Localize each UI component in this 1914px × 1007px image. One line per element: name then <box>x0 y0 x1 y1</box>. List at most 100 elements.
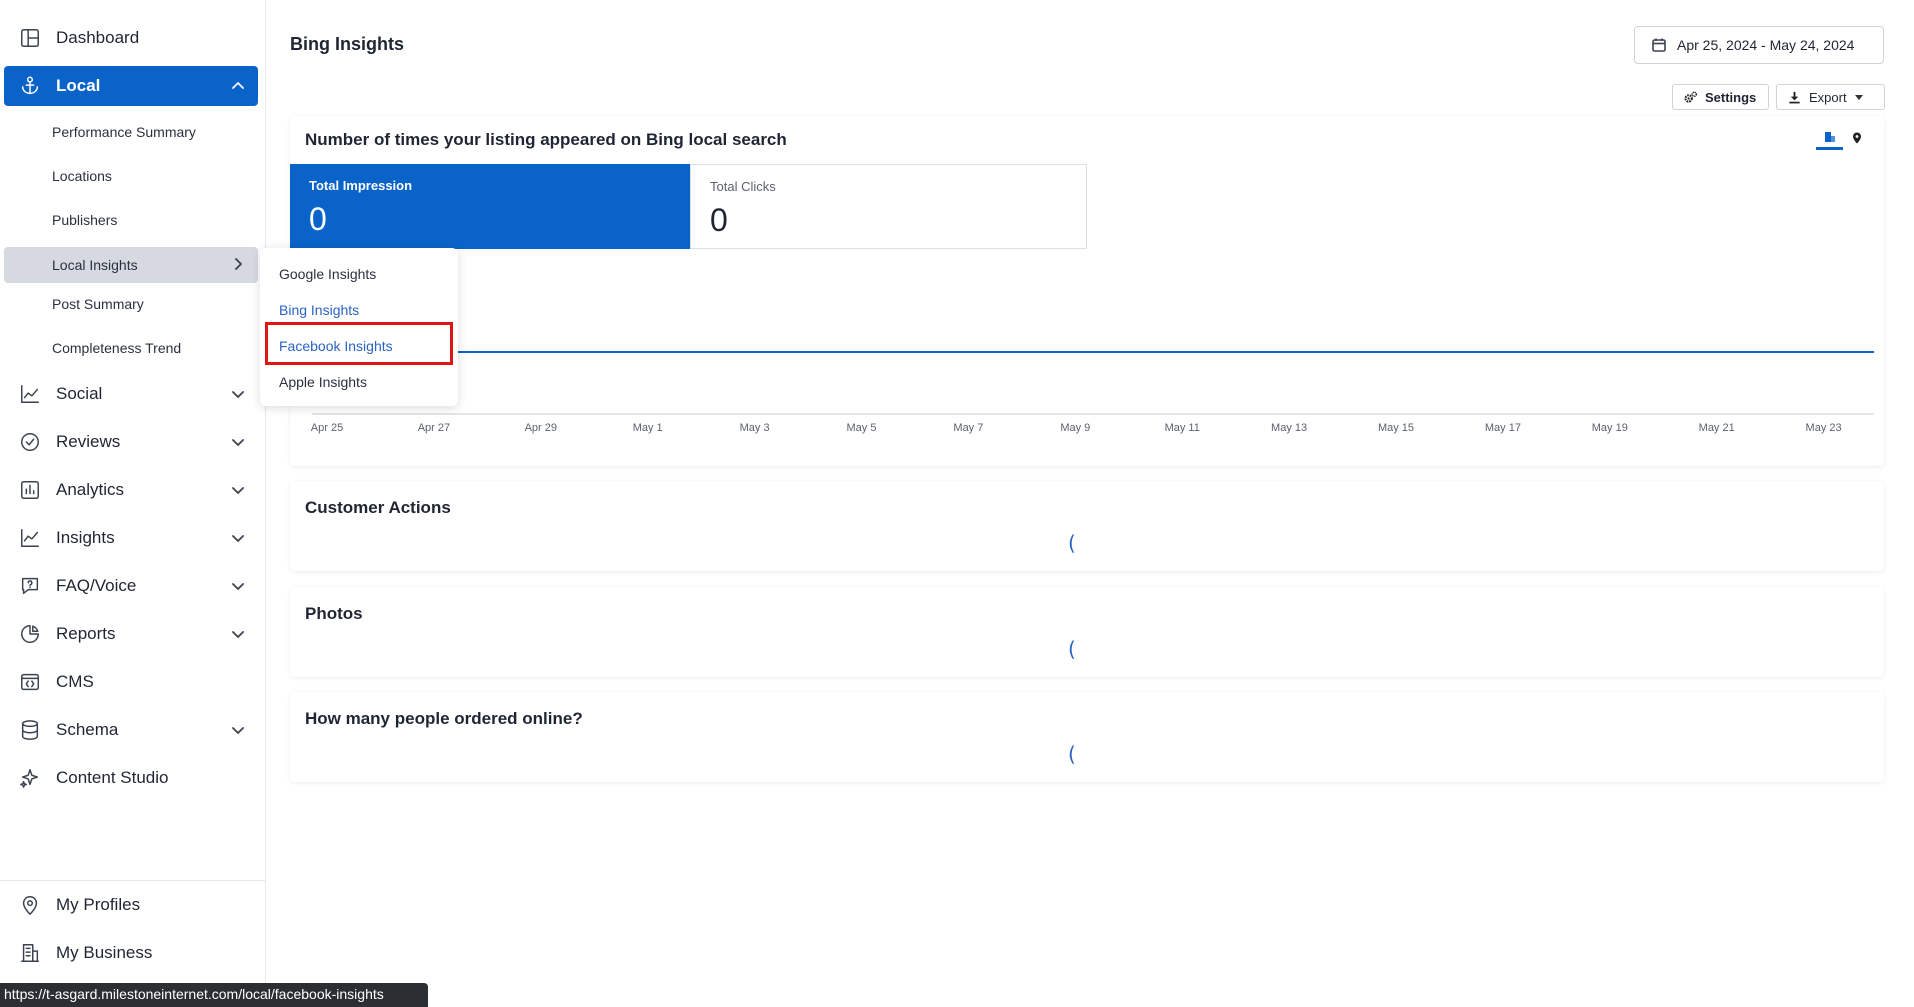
pie-chart-icon <box>18 622 42 646</box>
chevron-down-icon <box>230 578 246 594</box>
x-tick-label: May 7 <box>953 422 983 434</box>
sidebar-item-label: Analytics <box>56 480 125 499</box>
impressions-line-chart: Apr 25 Apr 27 Apr 29 May 1 May 3 May 5 May 7 Ma… <box>311 351 1874 434</box>
x-tick-label: May 17 <box>1485 422 1521 434</box>
chevron-down-icon <box>230 386 246 402</box>
x-tick-label: May 11 <box>1165 422 1200 434</box>
sidebar-item-label: Social <box>56 384 103 403</box>
location-pin-icon <box>18 893 42 917</box>
x-tick-label: May 5 <box>847 422 877 434</box>
calendar-icon <box>1651 37 1667 53</box>
sidebar-item-label: My Business <box>56 943 153 962</box>
sidebar-item-analytics[interactable]: Analytics <box>4 470 258 510</box>
sidebar-subitem-label: Local Insights <box>52 257 138 273</box>
faq-icon <box>18 574 42 598</box>
metric-value: 0 <box>309 201 327 237</box>
anchor-icon <box>18 74 42 98</box>
x-tick-label: Apr 25 <box>311 422 343 434</box>
map-view-toggle[interactable] <box>1843 126 1870 150</box>
bar-chart-icon <box>18 478 42 502</box>
download-icon <box>1787 89 1803 105</box>
x-tick-label: Apr 27 <box>418 422 450 434</box>
chevron-up-icon <box>230 78 246 94</box>
date-range-picker[interactable]: Apr 25, 2024 - May 24, 2024 <box>1634 26 1884 64</box>
chevron-down-icon <box>230 626 246 642</box>
sidebar-item-my-business[interactable]: My Business <box>4 933 258 973</box>
chevron-right-icon <box>230 256 246 272</box>
loading-spinner-icon: ( <box>1068 742 1076 766</box>
x-tick-label: May 3 <box>740 422 770 434</box>
sidebar-item-cms[interactable]: CMS <box>4 662 258 702</box>
sidebar-subitem-post-summary[interactable]: Post Summary <box>4 287 258 321</box>
export-button[interactable]: Export <box>1776 84 1885 110</box>
sidebar-subitem-local-insights[interactable]: Local Insights <box>4 247 258 283</box>
sidebar-subitem-completeness-trend[interactable]: Completeness Trend <box>4 331 258 365</box>
loading-spinner-icon: ( <box>1068 637 1076 661</box>
sidebar-item-faq-voice[interactable]: FAQ/Voice <box>4 566 258 606</box>
local-insights-flyout: Google Insights Bing Insights Facebook I… <box>260 248 458 406</box>
date-range-label: Apr 25, 2024 - May 24, 2024 <box>1677 37 1855 53</box>
browser-status-bar-url: https://t-asgard.milestoneinternet.com/l… <box>0 983 428 1007</box>
building-view-toggle[interactable] <box>1816 126 1843 150</box>
x-tick-label: May 13 <box>1271 422 1307 434</box>
x-tick-label: May 21 <box>1699 422 1735 434</box>
customer-actions-card: Customer Actions ( <box>290 481 1884 571</box>
sidebar-subitem-locations[interactable]: Locations <box>4 159 258 193</box>
sidebar-item-label: Insights <box>56 528 115 547</box>
flyout-item-facebook-insights[interactable]: Facebook Insights <box>260 328 458 364</box>
settings-label: Settings <box>1705 89 1757 105</box>
sidebar-item-reports[interactable]: Reports <box>4 614 258 654</box>
metric-label: Total Impression <box>309 178 413 193</box>
settings-button[interactable]: Settings <box>1672 84 1769 110</box>
page-title: Bing Insights <box>290 34 404 54</box>
flyout-item-apple-insights[interactable]: Apple Insights <box>260 364 458 400</box>
sidebar-item-label: Local <box>56 76 101 95</box>
sidebar-item-reviews[interactable]: Reviews <box>4 422 258 462</box>
code-window-icon <box>18 670 42 694</box>
view-toggle <box>1816 126 1870 150</box>
flyout-item-google-insights[interactable]: Google Insights <box>260 256 458 292</box>
flyout-item-bing-insights[interactable]: Bing Insights <box>260 292 458 328</box>
sidebar-item-label: Schema <box>56 720 119 739</box>
x-tick-label: May 23 <box>1806 422 1842 434</box>
total-clicks-tile[interactable]: Total Clicks 0 <box>690 164 1087 249</box>
impressions-card-title: Number of times your listing appeared on… <box>305 130 787 149</box>
export-label: Export <box>1809 89 1847 105</box>
sidebar-item-dashboard[interactable]: Dashboard <box>4 18 258 58</box>
orders-online-title: How many people ordered online? <box>305 709 583 728</box>
sidebar-subitem-performance-summary[interactable]: Performance Summary <box>4 115 258 149</box>
database-icon <box>18 718 42 742</box>
check-circle-icon <box>18 430 42 454</box>
sidebar-item-insights[interactable]: Insights <box>4 518 258 558</box>
sidebar-subitem-publishers[interactable]: Publishers <box>4 203 258 237</box>
chevron-down-icon <box>230 482 246 498</box>
sidebar-item-label: Content Studio <box>56 768 169 787</box>
line-chart-icon <box>18 382 42 406</box>
sidebar-subitem-label: Completeness Trend <box>52 340 182 356</box>
photos-title: Photos <box>305 604 363 623</box>
photos-card: Photos ( <box>290 587 1884 677</box>
sidebar: Dashboard Local Performance Summary Loca… <box>0 0 266 1007</box>
chevron-down-icon <box>230 530 246 546</box>
dashboard-icon <box>18 26 42 50</box>
sidebar-subitem-label: Locations <box>52 168 112 184</box>
trend-chart-icon <box>18 526 42 550</box>
chevron-down-icon <box>230 434 246 450</box>
impressions-card: Number of times your listing appeared on… <box>290 116 1884 466</box>
sidebar-item-schema[interactable]: Schema <box>4 710 258 750</box>
x-tick-label: May 9 <box>1060 422 1090 434</box>
caret-down-icon <box>1854 94 1863 100</box>
sidebar-subitem-label: Performance Summary <box>52 124 196 140</box>
customer-actions-title: Customer Actions <box>305 498 451 517</box>
sidebar-item-my-profiles[interactable]: My Profiles <box>4 885 258 925</box>
metric-value: 0 <box>710 202 728 238</box>
sidebar-item-content-studio[interactable]: Content Studio <box>4 758 258 798</box>
total-impression-tile[interactable]: Total Impression 0 <box>290 164 690 249</box>
sidebar-subitem-label: Post Summary <box>52 296 144 312</box>
chevron-down-icon <box>230 722 246 738</box>
sidebar-item-local[interactable]: Local <box>4 66 258 106</box>
sidebar-item-label: Reviews <box>56 432 121 451</box>
x-tick-label: Apr 29 <box>525 422 557 434</box>
building-icon <box>1824 131 1835 142</box>
sidebar-item-social[interactable]: Social <box>4 374 258 414</box>
